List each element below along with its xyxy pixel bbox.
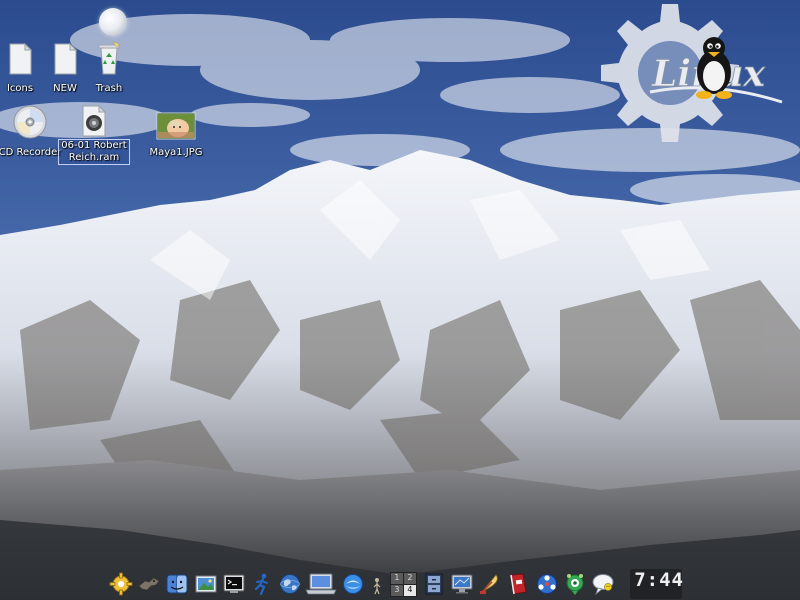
dock-item-green-chat[interactable] (562, 571, 588, 597)
dock-item-cabinet[interactable] (421, 571, 447, 597)
pager-desktop-2[interactable]: 2 (403, 572, 416, 584)
blue-swirl-icon (342, 574, 363, 594)
trash-icon (98, 41, 120, 75)
dock-item-wolf[interactable] (136, 571, 162, 597)
document-cabinet-icon (425, 573, 443, 595)
terminal-icon (223, 574, 245, 593)
panel-clock[interactable]: 7:44 (630, 569, 684, 599)
desktop-icon-trash[interactable]: Trash (73, 40, 145, 95)
dock-item-network-ball[interactable] (534, 571, 560, 597)
laptop-icon (305, 573, 337, 595)
feather-pen-icon (480, 574, 498, 594)
dock-item-terminal[interactable] (221, 571, 247, 597)
red-book-icon (510, 573, 528, 595)
desktop-icon-label: CD Recorder (0, 147, 62, 158)
audio-file-icon (82, 104, 107, 137)
monitor-icon (451, 574, 473, 594)
pager-desktop-4[interactable]: 4 (403, 584, 416, 596)
desktop-icon-label: Maya1.JPG (149, 147, 203, 158)
desktop-icon-audio-file[interactable]: 06-01 Robert Reich.ram (58, 104, 130, 165)
clock-time: 7:44 (634, 569, 684, 591)
speech-bubble-icon (592, 574, 614, 596)
linux-logo: Linux (601, 4, 783, 142)
dock-item-running-man[interactable] (249, 571, 275, 597)
dock-item-globe[interactable] (277, 571, 303, 597)
photo-viewer-icon (195, 575, 217, 593)
dock-item-red-book[interactable] (505, 571, 531, 597)
green-chat-icon (566, 574, 584, 595)
dock-item-blue-swirl[interactable] (340, 571, 366, 597)
desktop-icon-cd-recorder[interactable]: CD Recorder (0, 104, 66, 159)
desktop-icon-image-file[interactable]: Maya1.JPG (140, 112, 212, 159)
wolf-icon (138, 577, 160, 591)
dock-item-kde[interactable] (108, 571, 134, 597)
desktop-pager[interactable]: 1 2 3 4 (389, 571, 417, 597)
globe-icon (280, 574, 301, 594)
desktop-icon-label: Trash (95, 83, 123, 94)
bottom-panel: 1 2 3 4 7:44 (108, 568, 694, 600)
dock-item-finder[interactable] (164, 571, 190, 597)
running-man-icon (254, 573, 268, 596)
image-thumbnail-icon (156, 112, 196, 140)
dock-item-monitor[interactable] (449, 571, 475, 597)
kde-gear-icon (109, 572, 133, 596)
cd-icon (13, 105, 47, 139)
small-figure-icon (373, 578, 381, 595)
dock-item-photo-viewer[interactable] (193, 571, 219, 597)
dock-item-feather-pen[interactable] (477, 571, 503, 597)
finder-face-icon (166, 574, 188, 594)
moon-ornament-icon (99, 8, 127, 36)
dock-item-figure[interactable] (368, 571, 386, 597)
network-ball-icon (536, 574, 557, 594)
desktop-icon-label: 06-01 Robert Reich.ram (58, 139, 130, 165)
pager-desktop-3[interactable]: 3 (390, 584, 403, 596)
pager-desktop-1[interactable]: 1 (390, 572, 403, 584)
dock-item-laptop[interactable] (305, 571, 337, 597)
dock-item-speech-bubble[interactable] (590, 571, 616, 597)
